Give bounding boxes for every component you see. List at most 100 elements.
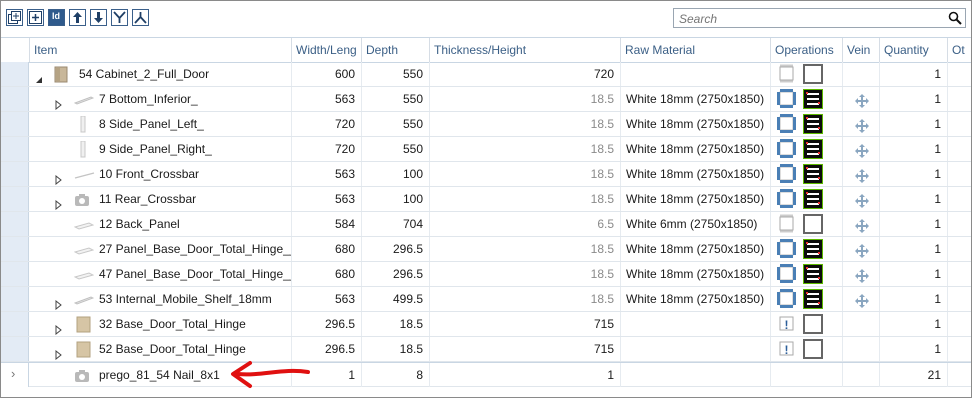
operations-cell[interactable] [771,162,843,186]
header-thickness[interactable]: Thickness/Height [430,38,621,62]
thickness-cell[interactable]: 18.5 [430,112,621,136]
quantity-cell[interactable]: 1 [880,62,948,86]
grain-direction-icon[interactable] [855,217,869,236]
vein-cell[interactable] [843,312,880,336]
vein-cell[interactable] [843,62,880,86]
row-selector[interactable] [1,62,29,86]
machining-empty-icon[interactable] [803,64,823,84]
machining-icon[interactable] [803,114,823,134]
grain-direction-icon[interactable] [855,142,869,161]
expand-caret-icon[interactable] [54,94,64,111]
table-row[interactable]: 27 Panel_Base_Door_Total_Hinge__ 680 296.5… [1,237,971,262]
quantity-cell[interactable]: 1 [880,287,948,311]
expand-caret-icon[interactable] [54,169,64,186]
width-cell[interactable]: 720 [292,112,362,136]
depth-cell[interactable]: 18.5 [362,337,430,361]
operations-cell[interactable] [771,287,843,311]
row-selector[interactable]: › [1,363,29,387]
vein-cell[interactable] [843,212,880,236]
edge-banding-icon[interactable] [777,239,796,258]
expand-caret-icon[interactable] [54,194,64,211]
search-input[interactable] [677,10,941,28]
id-toggle-button[interactable]: Id [48,9,65,26]
header-quantity[interactable]: Quantity [880,38,948,62]
operations-cell[interactable] [771,112,843,136]
edge-banding-icon[interactable] [777,64,796,83]
vein-cell[interactable] [843,262,880,286]
width-cell[interactable]: 680 [292,237,362,261]
vein-cell[interactable] [843,363,880,387]
width-cell[interactable]: 680 [292,262,362,286]
other-cell[interactable] [948,62,971,86]
raw-material-cell[interactable]: White 18mm (2750x1850) [621,237,771,261]
edge-banding-icon[interactable] [777,89,796,108]
width-cell[interactable]: 584 [292,212,362,236]
edge-banding-icon[interactable] [777,164,796,183]
merge-button[interactable] [111,9,128,26]
width-cell[interactable]: 296.5 [292,312,362,336]
operations-cell[interactable] [771,212,843,236]
machining-icon[interactable] [803,239,823,259]
vein-cell[interactable] [843,87,880,111]
other-cell[interactable] [948,162,971,186]
header-vein[interactable]: Vein [843,38,880,62]
operations-cell[interactable] [771,363,843,387]
vein-cell[interactable] [843,112,880,136]
width-cell[interactable]: 563 [292,287,362,311]
table-row[interactable]: 10 Front_Crossbar 563 100 18.5 White 18mm (2… [1,162,971,187]
thickness-cell[interactable]: 1 [430,363,621,387]
grain-direction-icon[interactable] [855,192,869,211]
depth-cell[interactable]: 100 [362,162,430,186]
operations-cell[interactable] [771,137,843,161]
row-selector[interactable] [1,187,29,211]
grain-direction-icon[interactable] [855,92,869,111]
width-cell[interactable]: 720 [292,137,362,161]
row-selector[interactable] [1,262,29,286]
width-cell[interactable]: 563 [292,187,362,211]
header-other[interactable]: Ot [948,38,971,62]
other-cell[interactable] [948,112,971,136]
quantity-cell[interactable]: 1 [880,87,948,111]
quantity-cell[interactable]: 1 [880,262,948,286]
machining-icon[interactable] [803,289,823,309]
table-row[interactable]: 52 Base_Door_Total_Hinge 296.5 18.5 715! 1 [1,337,971,362]
raw-material-cell[interactable]: White 18mm (2750x1850) [621,112,771,136]
item-cell[interactable]: 12 Back_Panel [30,212,292,236]
width-cell[interactable]: 563 [292,162,362,186]
edge-banding-icon[interactable] [777,189,796,208]
raw-material-cell[interactable]: White 18mm (2750x1850) [621,262,771,286]
item-cell[interactable]: 27 Panel_Base_Door_Total_Hinge__ [30,237,292,261]
quantity-cell[interactable]: 1 [880,187,948,211]
quantity-cell[interactable]: 1 [880,137,948,161]
table-row[interactable]: 9 Side_Panel_Right_ 720 550 18.5 White 18mm … [1,137,971,162]
warning-icon[interactable]: ! [777,339,796,358]
thickness-cell[interactable]: 18.5 [430,287,621,311]
header-width[interactable]: Width/Leng [292,38,362,62]
vein-cell[interactable] [843,162,880,186]
other-cell[interactable] [948,337,971,361]
raw-material-cell[interactable]: White 18mm (2750x1850) [621,162,771,186]
thickness-cell[interactable]: 18.5 [430,262,621,286]
thickness-cell[interactable]: 715 [430,312,621,336]
thickness-cell[interactable]: 18.5 [430,187,621,211]
raw-material-cell[interactable] [621,337,771,361]
width-cell[interactable]: 600 [292,62,362,86]
item-cell[interactable]: 7 Bottom_Inferior_ [30,87,292,111]
grain-direction-icon[interactable] [855,292,869,311]
vein-cell[interactable] [843,237,880,261]
depth-cell[interactable]: 8 [362,363,430,387]
raw-material-cell[interactable]: White 18mm (2750x1850) [621,87,771,111]
depth-cell[interactable]: 18.5 [362,312,430,336]
machining-icon[interactable] [803,89,823,109]
raw-material-cell[interactable]: White 18mm (2750x1850) [621,137,771,161]
other-cell[interactable] [948,137,971,161]
other-cell[interactable] [948,312,971,336]
edge-banding-icon[interactable] [777,289,796,308]
item-cell[interactable]: 53 Internal_Mobile_Shelf_18mm [30,287,292,311]
expand-caret-icon[interactable] [54,344,64,361]
depth-cell[interactable]: 100 [362,187,430,211]
table-row[interactable]: 54 Cabinet_2_Full_Door 600 550 720 1 [1,62,971,87]
other-cell[interactable] [948,212,971,236]
depth-cell[interactable]: 550 [362,87,430,111]
vein-cell[interactable] [843,137,880,161]
